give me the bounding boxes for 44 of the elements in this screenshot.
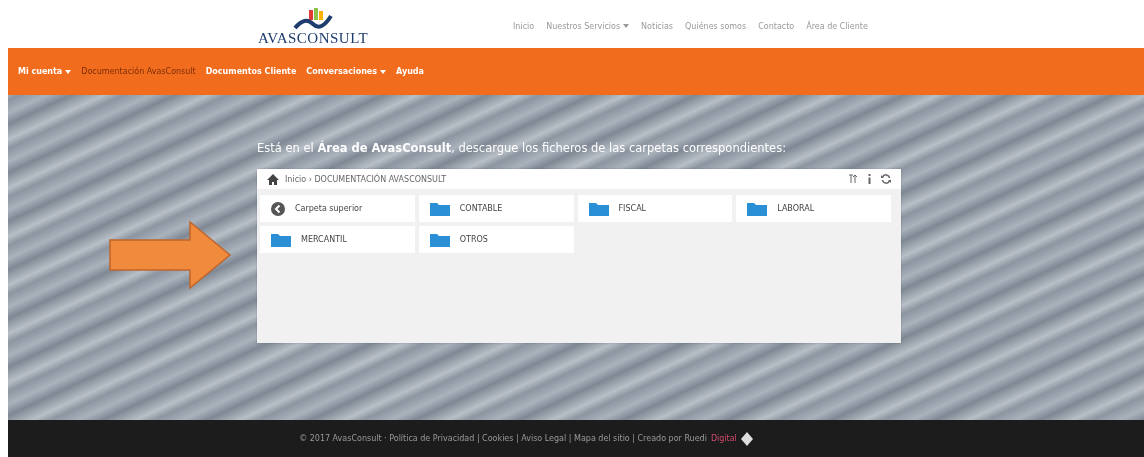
caret-icon[interactable] bbox=[623, 24, 630, 28]
nav-link[interactable]: Contacto bbox=[758, 21, 795, 31]
folder-icon bbox=[429, 232, 450, 247]
folder-name: MERCANTIL bbox=[301, 235, 347, 244]
breadcrumb[interactable]: Inicio › DOCUMENTACIÓN AVASCONSULT bbox=[285, 174, 447, 184]
folder-item[interactable]: CONTABLE bbox=[418, 195, 574, 222]
logo-text: AVASCONSULT bbox=[257, 30, 369, 47]
intro-text: Está en el Área de AvasConsult, descargue los ficheros de las carpetas correspondientes: bbox=[257, 141, 787, 155]
diamond-icon bbox=[740, 431, 753, 446]
menu-tab[interactable]: Ayuda bbox=[396, 67, 424, 76]
folder-item[interactable]: FISCAL bbox=[577, 195, 733, 222]
menu-tab[interactable]: Documentos Cliente bbox=[205, 67, 297, 76]
folder-name: FISCAL bbox=[618, 204, 647, 213]
menu-tab[interactable]: Conversaciones bbox=[306, 67, 377, 76]
refresh-icon[interactable] bbox=[881, 174, 891, 184]
logo[interactable]: AVASCONSULT bbox=[258, 8, 368, 48]
chart-icon bbox=[293, 8, 333, 30]
nav-link[interactable]: Inicio bbox=[513, 21, 535, 31]
nav-link[interactable]: Nuestros Servicios bbox=[546, 21, 621, 31]
folder-icon bbox=[271, 232, 291, 247]
nav-link[interactable]: Área de Cliente bbox=[806, 21, 868, 31]
folder-item[interactable]: OTROS bbox=[418, 226, 574, 253]
footer-link[interactable]: Digital bbox=[710, 434, 737, 443]
info-icon[interactable] bbox=[868, 174, 871, 184]
caret-icon[interactable] bbox=[65, 69, 72, 74]
folder-icon bbox=[747, 201, 768, 216]
back-icon bbox=[271, 201, 285, 216]
sort-icon[interactable] bbox=[848, 174, 858, 184]
folder-name: CONTABLE bbox=[459, 204, 503, 213]
folder-icon bbox=[588, 201, 609, 216]
caret-icon[interactable] bbox=[380, 69, 386, 74]
nav-link[interactable]: Noticias bbox=[641, 21, 674, 31]
folder-item[interactable]: LABORAL bbox=[736, 195, 891, 222]
folder-name: Carpeta superior bbox=[295, 204, 363, 213]
menu-tab[interactable]: Documentación AvasConsult bbox=[81, 67, 196, 76]
folder-icon bbox=[429, 201, 450, 216]
folder-item[interactable]: Carpeta superior bbox=[260, 195, 415, 222]
footer-text: © 2017 AvasConsult · Política de Privacidad | Cookies | Aviso Legal | Mapa del sitio | Creado por Ruedi bbox=[299, 434, 707, 443]
menu-tab[interactable]: Mi cuenta bbox=[18, 67, 63, 76]
folder-item[interactable]: MERCANTIL bbox=[260, 226, 415, 253]
folder-name: OTROS bbox=[459, 235, 488, 244]
folder-name: LABORAL bbox=[777, 204, 815, 213]
nav-link[interactable]: Quiénes somos bbox=[685, 21, 747, 31]
home-icon[interactable] bbox=[267, 173, 279, 185]
